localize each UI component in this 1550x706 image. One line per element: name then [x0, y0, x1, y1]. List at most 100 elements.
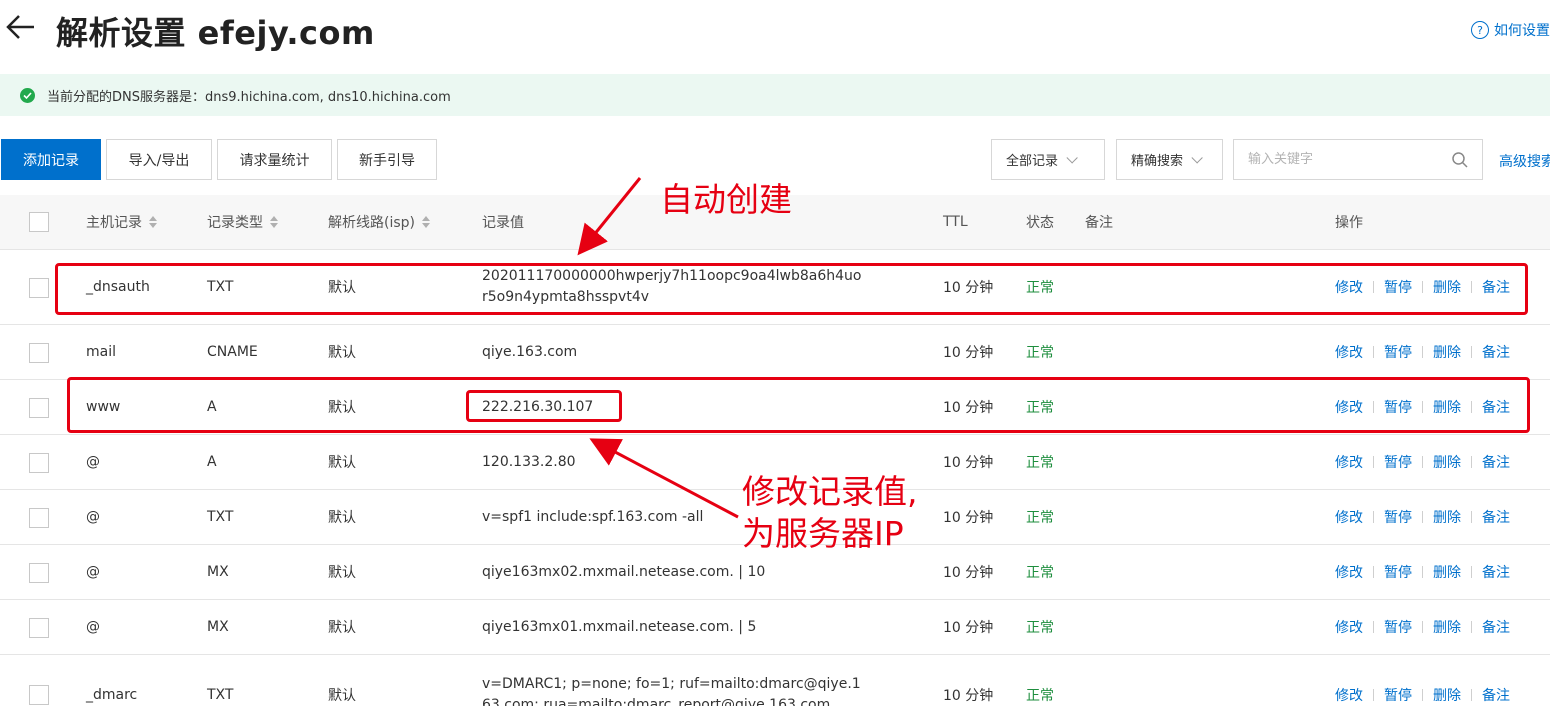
- cell-host: @: [86, 454, 100, 470]
- row-checkbox[interactable]: [29, 398, 49, 418]
- cell-ttl: 10 分钟: [943, 400, 994, 416]
- action-divider: [1422, 566, 1423, 578]
- remark-link[interactable]: 备注: [1482, 617, 1510, 637]
- check-circle-icon: [20, 87, 35, 103]
- row-checkbox[interactable]: [29, 453, 49, 473]
- edit-link[interactable]: 修改: [1335, 277, 1363, 297]
- remark-link[interactable]: 备注: [1482, 685, 1510, 705]
- cell-host: @: [86, 619, 100, 635]
- pause-link[interactable]: 暂停: [1384, 342, 1412, 362]
- select-all-checkbox[interactable]: [29, 212, 49, 232]
- row-actions: 修改 暂停 删除 备注: [1335, 545, 1510, 599]
- pause-link[interactable]: 暂停: [1384, 507, 1412, 527]
- remark-link[interactable]: 备注: [1482, 452, 1510, 472]
- cell-type: A: [207, 454, 217, 470]
- action-divider: [1373, 621, 1374, 633]
- help-link[interactable]: ? 如何设置: [1471, 20, 1550, 40]
- cell-line: 默认: [328, 565, 356, 581]
- action-divider: [1373, 456, 1374, 468]
- remark-link[interactable]: 备注: [1482, 397, 1510, 417]
- delete-link[interactable]: 删除: [1433, 685, 1461, 705]
- cell-line: 默认: [328, 510, 356, 526]
- cell-status: 正常: [1026, 280, 1054, 296]
- edit-link[interactable]: 修改: [1335, 452, 1363, 472]
- question-icon: ?: [1471, 21, 1489, 39]
- import-export-button[interactable]: 导入/导出: [106, 139, 212, 180]
- add-record-button[interactable]: 添加记录: [1, 139, 101, 180]
- row-actions: 修改 暂停 删除 备注: [1335, 380, 1510, 434]
- back-arrow-icon[interactable]: [4, 10, 38, 44]
- cell-status: 正常: [1026, 455, 1054, 471]
- sort-icon: [149, 216, 157, 228]
- pause-link[interactable]: 暂停: [1384, 617, 1412, 637]
- header-line[interactable]: 解析线路(isp): [328, 195, 430, 249]
- edit-link[interactable]: 修改: [1335, 507, 1363, 527]
- cell-type: TXT: [207, 279, 234, 295]
- edit-link[interactable]: 修改: [1335, 617, 1363, 637]
- pause-link[interactable]: 暂停: [1384, 685, 1412, 705]
- action-divider: [1422, 456, 1423, 468]
- row-checkbox[interactable]: [29, 278, 49, 298]
- cell-ttl: 10 分钟: [943, 565, 994, 581]
- remark-link[interactable]: 备注: [1482, 562, 1510, 582]
- delete-link[interactable]: 删除: [1433, 277, 1461, 297]
- row-checkbox[interactable]: [29, 563, 49, 583]
- action-divider: [1422, 281, 1423, 293]
- cell-value: v=DMARC1; p=none; fo=1; ruf=mailto:dmarc…: [482, 675, 861, 706]
- search-icon[interactable]: [1451, 151, 1469, 169]
- remark-link[interactable]: 备注: [1482, 277, 1510, 297]
- row-checkbox[interactable]: [29, 343, 49, 363]
- row-actions: 修改 暂停 删除 备注: [1335, 655, 1510, 706]
- edit-link[interactable]: 修改: [1335, 397, 1363, 417]
- delete-link[interactable]: 删除: [1433, 452, 1461, 472]
- pause-link[interactable]: 暂停: [1384, 452, 1412, 472]
- cell-ttl: 10 分钟: [943, 280, 994, 296]
- cell-status: 正常: [1026, 345, 1054, 361]
- delete-link[interactable]: 删除: [1433, 562, 1461, 582]
- header-type-label: 记录类型: [207, 215, 263, 231]
- header-actions: 操作: [1335, 215, 1363, 231]
- header-type[interactable]: 记录类型: [207, 195, 278, 249]
- row-checkbox[interactable]: [29, 618, 49, 638]
- pause-link[interactable]: 暂停: [1384, 277, 1412, 297]
- action-divider: [1373, 688, 1374, 701]
- action-divider: [1471, 511, 1472, 523]
- header-host[interactable]: 主机记录: [86, 195, 157, 249]
- remark-link[interactable]: 备注: [1482, 342, 1510, 362]
- row-actions: 修改 暂停 删除 备注: [1335, 600, 1510, 654]
- edit-link[interactable]: 修改: [1335, 685, 1363, 705]
- delete-link[interactable]: 删除: [1433, 397, 1461, 417]
- remark-link[interactable]: 备注: [1482, 507, 1510, 527]
- edit-link[interactable]: 修改: [1335, 562, 1363, 582]
- pause-link[interactable]: 暂停: [1384, 562, 1412, 582]
- cell-status: 正常: [1026, 620, 1054, 636]
- cell-host: www: [86, 399, 121, 415]
- action-divider: [1471, 346, 1472, 358]
- delete-link[interactable]: 删除: [1433, 342, 1461, 362]
- pause-link[interactable]: 暂停: [1384, 397, 1412, 417]
- annotation-modify-line2: 为服务器IP: [742, 514, 904, 553]
- header-value: 记录值: [482, 215, 524, 231]
- cell-line: 默认: [328, 345, 356, 361]
- delete-link[interactable]: 删除: [1433, 507, 1461, 527]
- row-checkbox[interactable]: [29, 685, 49, 705]
- advanced-search-link[interactable]: 高级搜索: [1499, 151, 1550, 171]
- action-divider: [1422, 621, 1423, 633]
- row-checkbox[interactable]: [29, 508, 49, 528]
- keyword-search-input[interactable]: [1234, 140, 1444, 179]
- help-link-label: 如何设置: [1494, 23, 1550, 39]
- cell-type: CNAME: [207, 344, 258, 360]
- cell-line: 默认: [328, 400, 356, 416]
- beginner-guide-button[interactable]: 新手引导: [337, 139, 437, 180]
- cell-status: 正常: [1026, 400, 1054, 416]
- action-divider: [1422, 346, 1423, 358]
- edit-link[interactable]: 修改: [1335, 342, 1363, 362]
- cell-line: 默认: [328, 620, 356, 636]
- sort-icon: [422, 216, 430, 228]
- cell-line: 默认: [328, 280, 356, 296]
- search-mode-select[interactable]: 精确搜索: [1116, 139, 1223, 180]
- table-row: _dnsauth TXT 默认 202011170000000hwperjy7h11o…: [0, 250, 1550, 325]
- delete-link[interactable]: 删除: [1433, 617, 1461, 637]
- record-filter-select[interactable]: 全部记录: [991, 139, 1105, 180]
- request-stats-button[interactable]: 请求量统计: [217, 139, 332, 180]
